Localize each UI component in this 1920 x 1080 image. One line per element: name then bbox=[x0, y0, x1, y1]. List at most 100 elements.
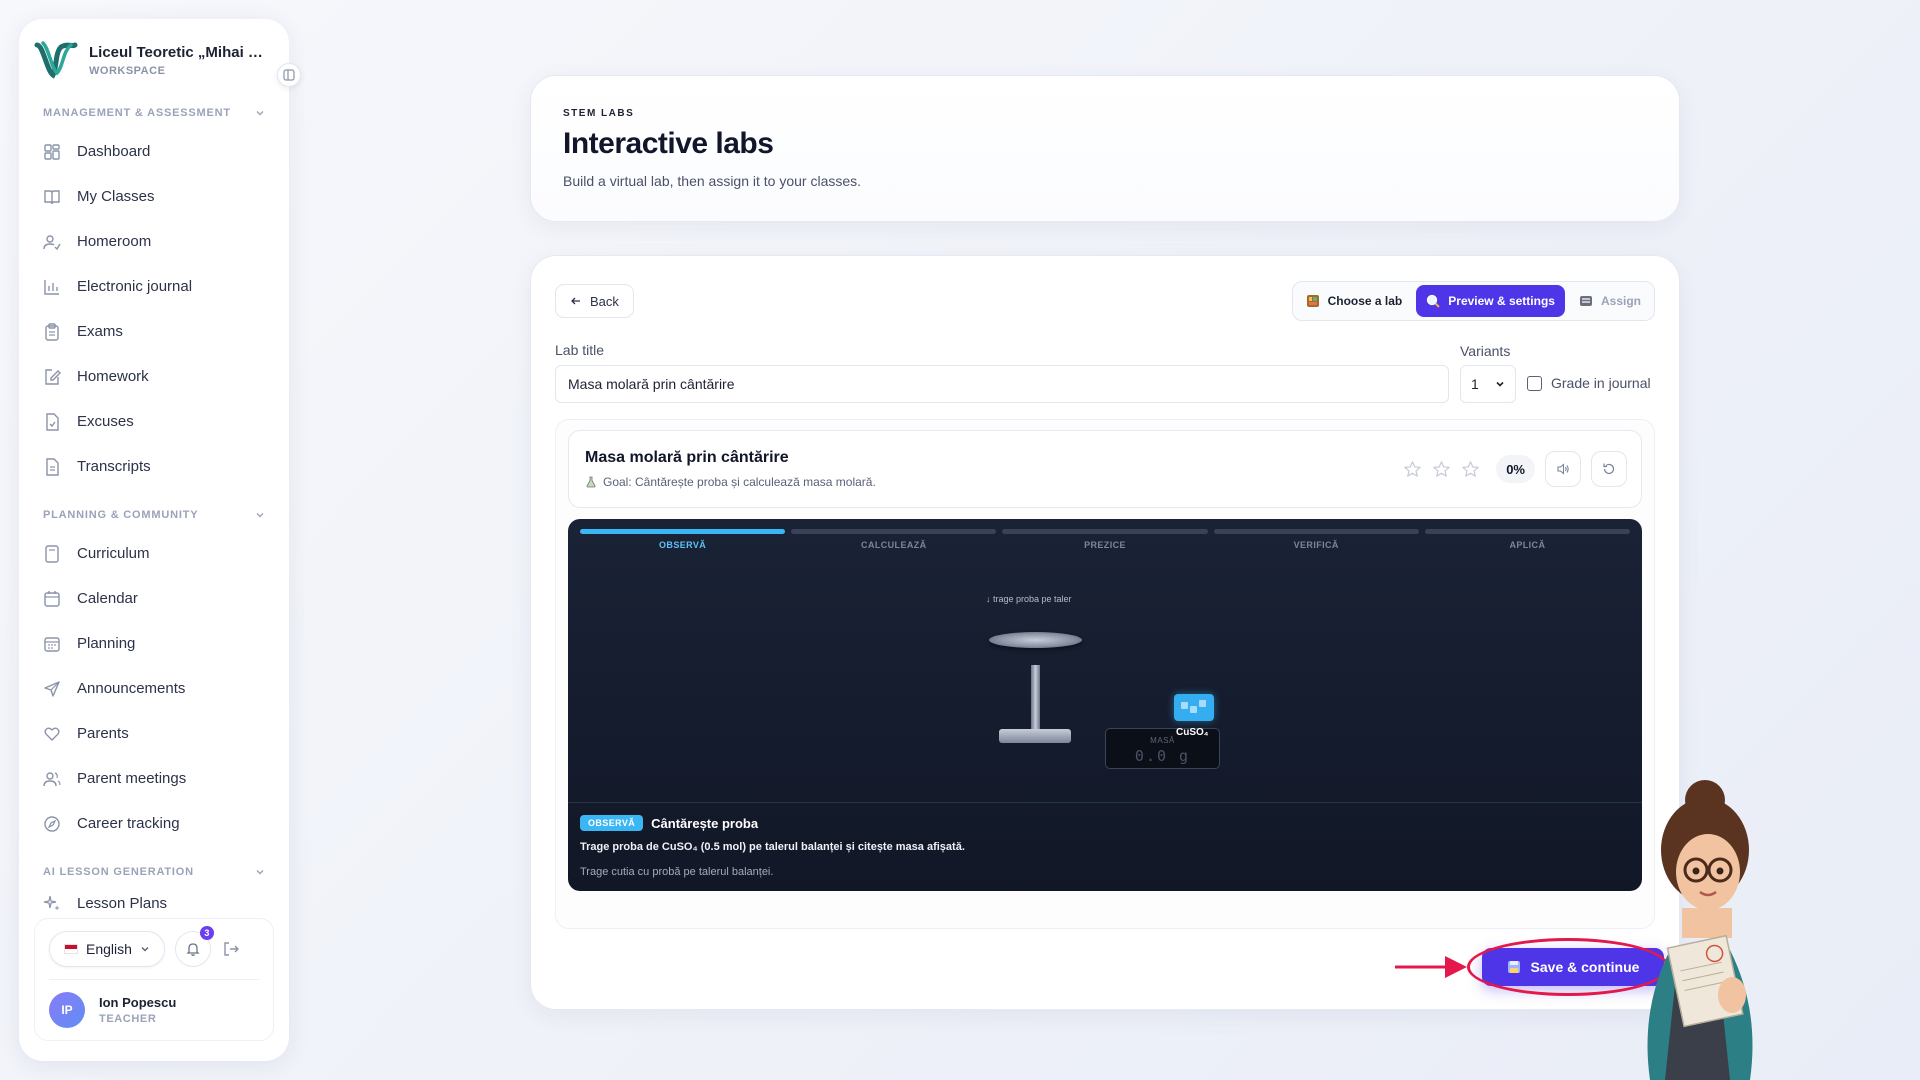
dashboard-icon bbox=[44, 143, 60, 160]
phase-chip: OBSERVĂ bbox=[580, 815, 644, 831]
section-management-assessment[interactable]: MANAGEMENT & ASSESSMENT bbox=[33, 93, 275, 129]
sidebar-item-transcripts[interactable]: Transcripts bbox=[33, 444, 275, 489]
page-subtitle: Build a virtual lab, then assign it to y… bbox=[563, 173, 862, 189]
sidebar-item-label: Career tracking bbox=[77, 815, 180, 832]
user-role: TEACHER bbox=[99, 1013, 157, 1025]
user-name: Ion Popescu bbox=[99, 995, 177, 1010]
sidebar-item-planning[interactable]: Planning bbox=[33, 621, 275, 666]
sidebar-item-curriculum[interactable]: Curriculum bbox=[33, 531, 275, 576]
flag-icon bbox=[64, 944, 78, 954]
phase-calculate[interactable]: CALCULEAZĂ bbox=[791, 529, 997, 550]
sidebar: Liceul Teoretic „Mihai Eminescu” WORKSPA… bbox=[19, 19, 301, 1061]
step-choose-lab[interactable]: Choose a lab bbox=[1296, 285, 1413, 317]
sidebar-item-label: Parent meetings bbox=[77, 770, 187, 787]
chevron-down-icon bbox=[256, 870, 264, 875]
lab-title-label: Lab title bbox=[555, 342, 605, 358]
sidebar-item-calendar[interactable]: Calendar bbox=[33, 576, 275, 621]
sample-label: CuSO₄ bbox=[1176, 727, 1209, 738]
scale-display-value: 0.0 g bbox=[1134, 747, 1191, 765]
user-profile[interactable]: IP Ion Popescu TEACHER bbox=[49, 980, 259, 1028]
calendar-grid-icon bbox=[44, 636, 60, 652]
sidebar-item-excuses[interactable]: Excuses bbox=[33, 399, 275, 444]
sidebar-item-homeroom[interactable]: Homeroom bbox=[33, 219, 275, 264]
lab-title-input[interactable]: Masa molară prin cântărire bbox=[555, 365, 1449, 403]
lab-goal-text: Goal: Cântărește proba și calculează mas… bbox=[603, 475, 876, 489]
phase-verify[interactable]: VERIFICĂ bbox=[1213, 529, 1419, 550]
notebook-icon bbox=[45, 544, 59, 563]
sidebar-item-label: My Classes bbox=[77, 188, 155, 205]
language-label: English bbox=[86, 941, 132, 957]
sidebar-item-parents[interactable]: Parents bbox=[33, 711, 275, 756]
phase-label: VERIFICĂ bbox=[1293, 540, 1339, 550]
sidebar-item-homework[interactable]: Homework bbox=[33, 354, 275, 399]
chevron-down-icon bbox=[1496, 381, 1504, 387]
lab-tools: 0% bbox=[1403, 451, 1627, 487]
sidebar-item-label: Transcripts bbox=[77, 458, 151, 475]
grade-in-journal-label: Grade in journal bbox=[1551, 375, 1651, 391]
sidebar-item-label: Parents bbox=[77, 725, 129, 742]
logout-icon[interactable] bbox=[221, 939, 241, 959]
avatar: IP bbox=[49, 992, 85, 1028]
phase-label: OBSERVĂ bbox=[659, 540, 707, 550]
sidebar-collapse-button[interactable] bbox=[277, 63, 301, 87]
step-label: Assign bbox=[1600, 294, 1641, 308]
phase-label: APLICĂ bbox=[1509, 540, 1546, 550]
calendar-icon bbox=[44, 590, 60, 607]
sound-button[interactable] bbox=[1545, 451, 1581, 487]
sample-box[interactable] bbox=[1174, 694, 1214, 721]
sidebar-item-electronic-journal[interactable]: Electronic journal bbox=[33, 264, 275, 309]
tray-icon bbox=[1579, 296, 1592, 306]
sidebar-item-my-classes[interactable]: My Classes bbox=[33, 174, 275, 219]
star-icon bbox=[1404, 460, 1421, 477]
sidebar-item-label: Electronic journal bbox=[77, 278, 193, 295]
bar-chart-icon bbox=[44, 279, 59, 295]
chevron-down-icon bbox=[256, 513, 264, 518]
panel-collapse-icon bbox=[283, 69, 295, 81]
sidebar-item-career-tracking[interactable]: Career tracking bbox=[33, 801, 275, 846]
sidebar-item-label: Calendar bbox=[77, 590, 138, 607]
grade-in-journal-toggle[interactable]: Grade in journal bbox=[1527, 375, 1651, 391]
back-button[interactable]: Back bbox=[555, 284, 634, 318]
section-ai-lesson-generation[interactable]: AI LESSON GENERATION bbox=[33, 846, 275, 888]
lab-title-value: Masa molară prin cântărire bbox=[568, 376, 735, 392]
reset-button[interactable] bbox=[1591, 451, 1627, 487]
variants-select[interactable]: 1 bbox=[1460, 365, 1516, 403]
section-title: MANAGEMENT & ASSESSMENT bbox=[43, 107, 231, 119]
grade-in-journal-checkbox[interactable] bbox=[1527, 375, 1542, 391]
page-title: Interactive labs bbox=[563, 127, 774, 160]
sidebar-nav[interactable]: MANAGEMENT & ASSESSMENT Dashboard My Cla… bbox=[19, 93, 289, 910]
step-preview-settings[interactable]: Preview & settings bbox=[1416, 285, 1565, 317]
sidebar-item-label: Curriculum bbox=[77, 545, 150, 562]
phase-description: Trage proba de CuSO₄ (0.5 mol) pe taleru… bbox=[580, 841, 965, 853]
sidebar-item-exams[interactable]: Exams bbox=[33, 309, 275, 354]
phase-apply[interactable]: APLICĂ bbox=[1424, 529, 1631, 550]
sidebar-item-label: Homeroom bbox=[77, 233, 152, 250]
section-planning-community[interactable]: PLANNING & COMMUNITY bbox=[33, 489, 275, 531]
language-select[interactable]: English bbox=[49, 931, 165, 967]
back-label: Back bbox=[590, 293, 619, 309]
phase-label: PREZICE bbox=[1084, 540, 1126, 550]
file-text-icon bbox=[46, 457, 59, 476]
users-icon bbox=[43, 771, 61, 786]
scale-pan[interactable] bbox=[989, 632, 1082, 648]
lab-simulation[interactable]: OBSERVĂ CALCULEAZĂ PREZICE VERIFICĂ APLI… bbox=[568, 519, 1642, 891]
sidebar-item-dashboard[interactable]: Dashboard bbox=[33, 129, 275, 174]
clipboard-icon bbox=[45, 322, 59, 341]
lab-builder-card: Back Choose a lab Preview & settings Ass… bbox=[530, 255, 1680, 1010]
workspace-subtitle: WORKSPACE bbox=[89, 64, 166, 77]
phase-predict[interactable]: PREZICE bbox=[1002, 529, 1208, 550]
reset-icon bbox=[1603, 463, 1615, 475]
workspace-header[interactable]: Liceul Teoretic „Mihai Eminescu” WORKSPA… bbox=[19, 19, 301, 93]
heart-icon bbox=[44, 727, 60, 741]
sidebar-item-lesson-plans[interactable]: Lesson Plans bbox=[33, 888, 275, 910]
sidebar-item-parent-meetings[interactable]: Parent meetings bbox=[33, 756, 275, 801]
edit-icon bbox=[45, 368, 61, 385]
workspace-name: Liceul Teoretic „Mihai Eminescu” bbox=[89, 43, 269, 61]
notifications-button[interactable]: 3 bbox=[174, 926, 214, 967]
step-assign[interactable]: Assign bbox=[1569, 285, 1651, 317]
sidebar-item-announcements[interactable]: Announcements bbox=[33, 666, 275, 711]
phase-label: CALCULEAZĂ bbox=[861, 540, 927, 550]
sidebar-item-label: Announcements bbox=[77, 680, 186, 697]
phase-observe[interactable]: OBSERVĂ bbox=[580, 529, 786, 550]
step-label: Choose a lab bbox=[1327, 294, 1403, 308]
